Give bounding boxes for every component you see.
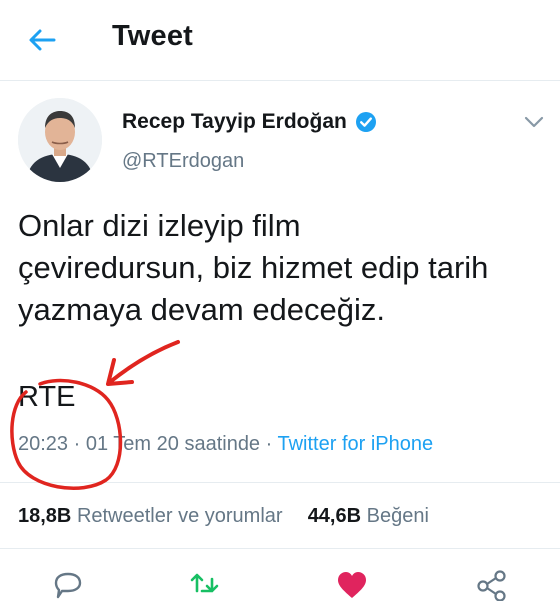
like-stat[interactable]: 44,6B Beğeni: [308, 505, 429, 527]
author-name[interactable]: Recep Tayyip Erdoğan: [122, 110, 347, 134]
retweet-stat[interactable]: 18,8B Retweetler ve yorumlar: [18, 505, 288, 527]
divider: [0, 548, 560, 549]
author-handle[interactable]: @RTErdogan: [122, 150, 244, 173]
retweet-count: 18,8B: [18, 505, 72, 527]
retweet-label: Retweetler ve yorumlar: [76, 505, 283, 527]
chevron-down-icon: [524, 116, 544, 128]
meta-separator: ·: [73, 433, 81, 455]
retweet-icon: [190, 573, 219, 593]
like-icon: [338, 572, 366, 598]
tweet-meta: 20:23 · 01 Tem 20 saatinde · Twitter for…: [18, 433, 433, 456]
page-title: Tweet: [112, 20, 194, 52]
tweet-source-link[interactable]: Twitter for iPhone: [278, 433, 434, 455]
share-button[interactable]: [474, 569, 510, 602]
verified-badge-icon: [355, 111, 377, 133]
annotation-arrow: [108, 340, 180, 384]
like-button[interactable]: [334, 569, 370, 601]
back-button[interactable]: [22, 22, 62, 58]
app-header: Tweet: [0, 0, 560, 81]
tweet-date: 01 Tem 20 saatinde: [85, 433, 261, 455]
tweet-menu-button[interactable]: [520, 110, 548, 134]
like-label: Beğeni: [366, 505, 429, 527]
meta-separator: ·: [265, 433, 273, 455]
like-count: 44,6B: [307, 505, 362, 527]
back-arrow-icon: [29, 29, 56, 51]
tweet-stats: 18,8B Retweetler ve yorumlar 44,6B Beğen…: [18, 505, 429, 528]
tweet-time: 20:23: [18, 433, 69, 455]
reply-icon: [54, 572, 82, 599]
avatar[interactable]: [18, 98, 102, 182]
tweet-signature: RTE: [18, 381, 76, 413]
retweet-button[interactable]: [188, 569, 224, 601]
tweet-text: Onlar dizi izleyip film çeviredursun, bi…: [18, 208, 489, 327]
share-icon: [477, 570, 506, 602]
author-row[interactable]: Recep Tayyip Erdoğan: [122, 110, 377, 134]
reply-button[interactable]: [50, 569, 86, 601]
divider: [0, 482, 560, 483]
action-bar: [0, 565, 560, 602]
